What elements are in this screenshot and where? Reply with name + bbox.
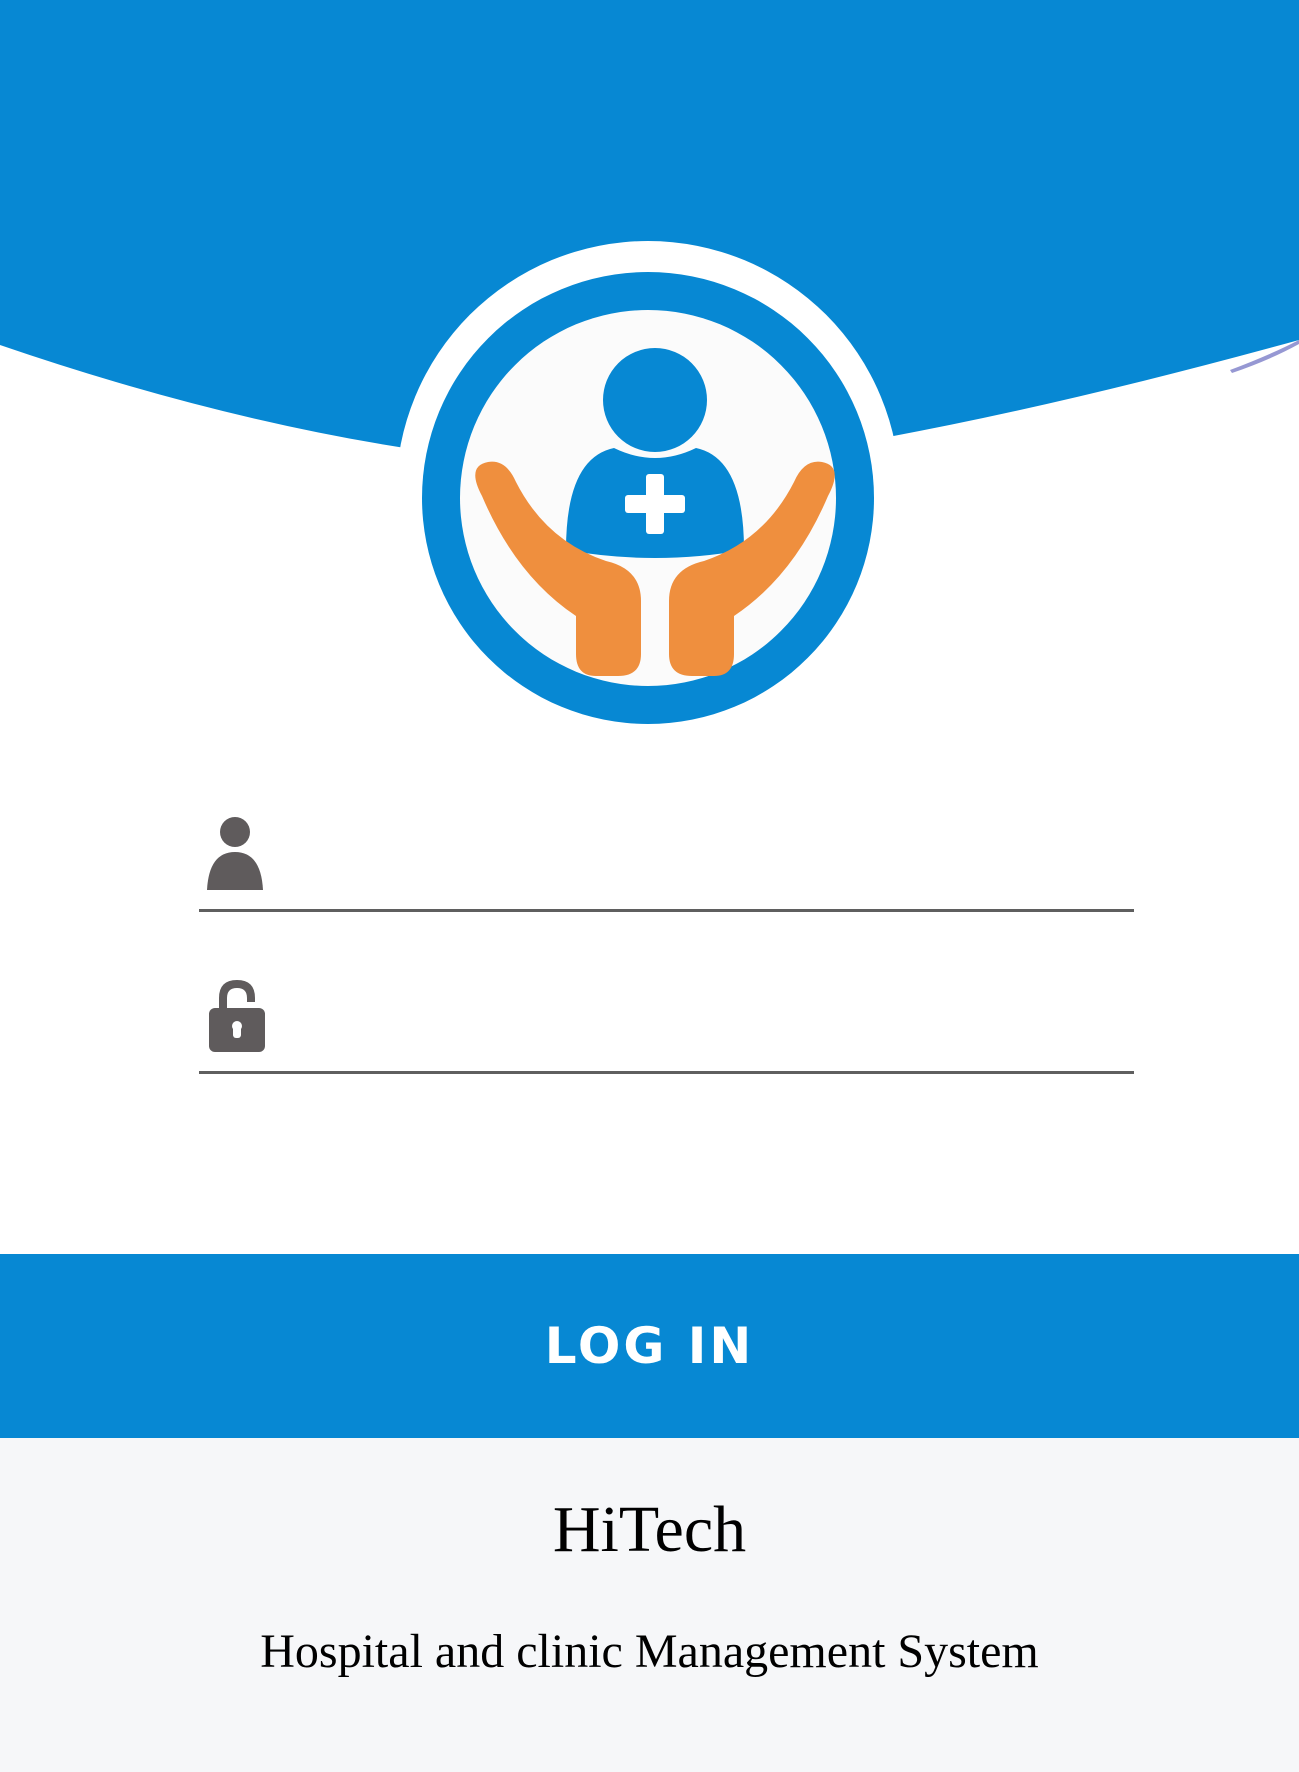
login-button[interactable]: LOG IN — [0, 1254, 1299, 1438]
user-icon — [207, 814, 263, 895]
login-screen: LOG IN HiTech Hospital and clinic Manage… — [0, 0, 1299, 1772]
username-input[interactable] — [289, 841, 1134, 903]
password-input[interactable] — [289, 1003, 1134, 1065]
app-title: HiTech — [552, 1493, 747, 1566]
password-field[interactable] — [199, 978, 1134, 1074]
username-field[interactable] — [199, 816, 1134, 912]
app-logo — [396, 241, 900, 745]
lock-icon — [207, 976, 267, 1057]
footer: HiTech Hospital and clinic Management Sy… — [0, 1438, 1299, 1772]
app-subtitle: Hospital and clinic Management System — [260, 1625, 1039, 1678]
